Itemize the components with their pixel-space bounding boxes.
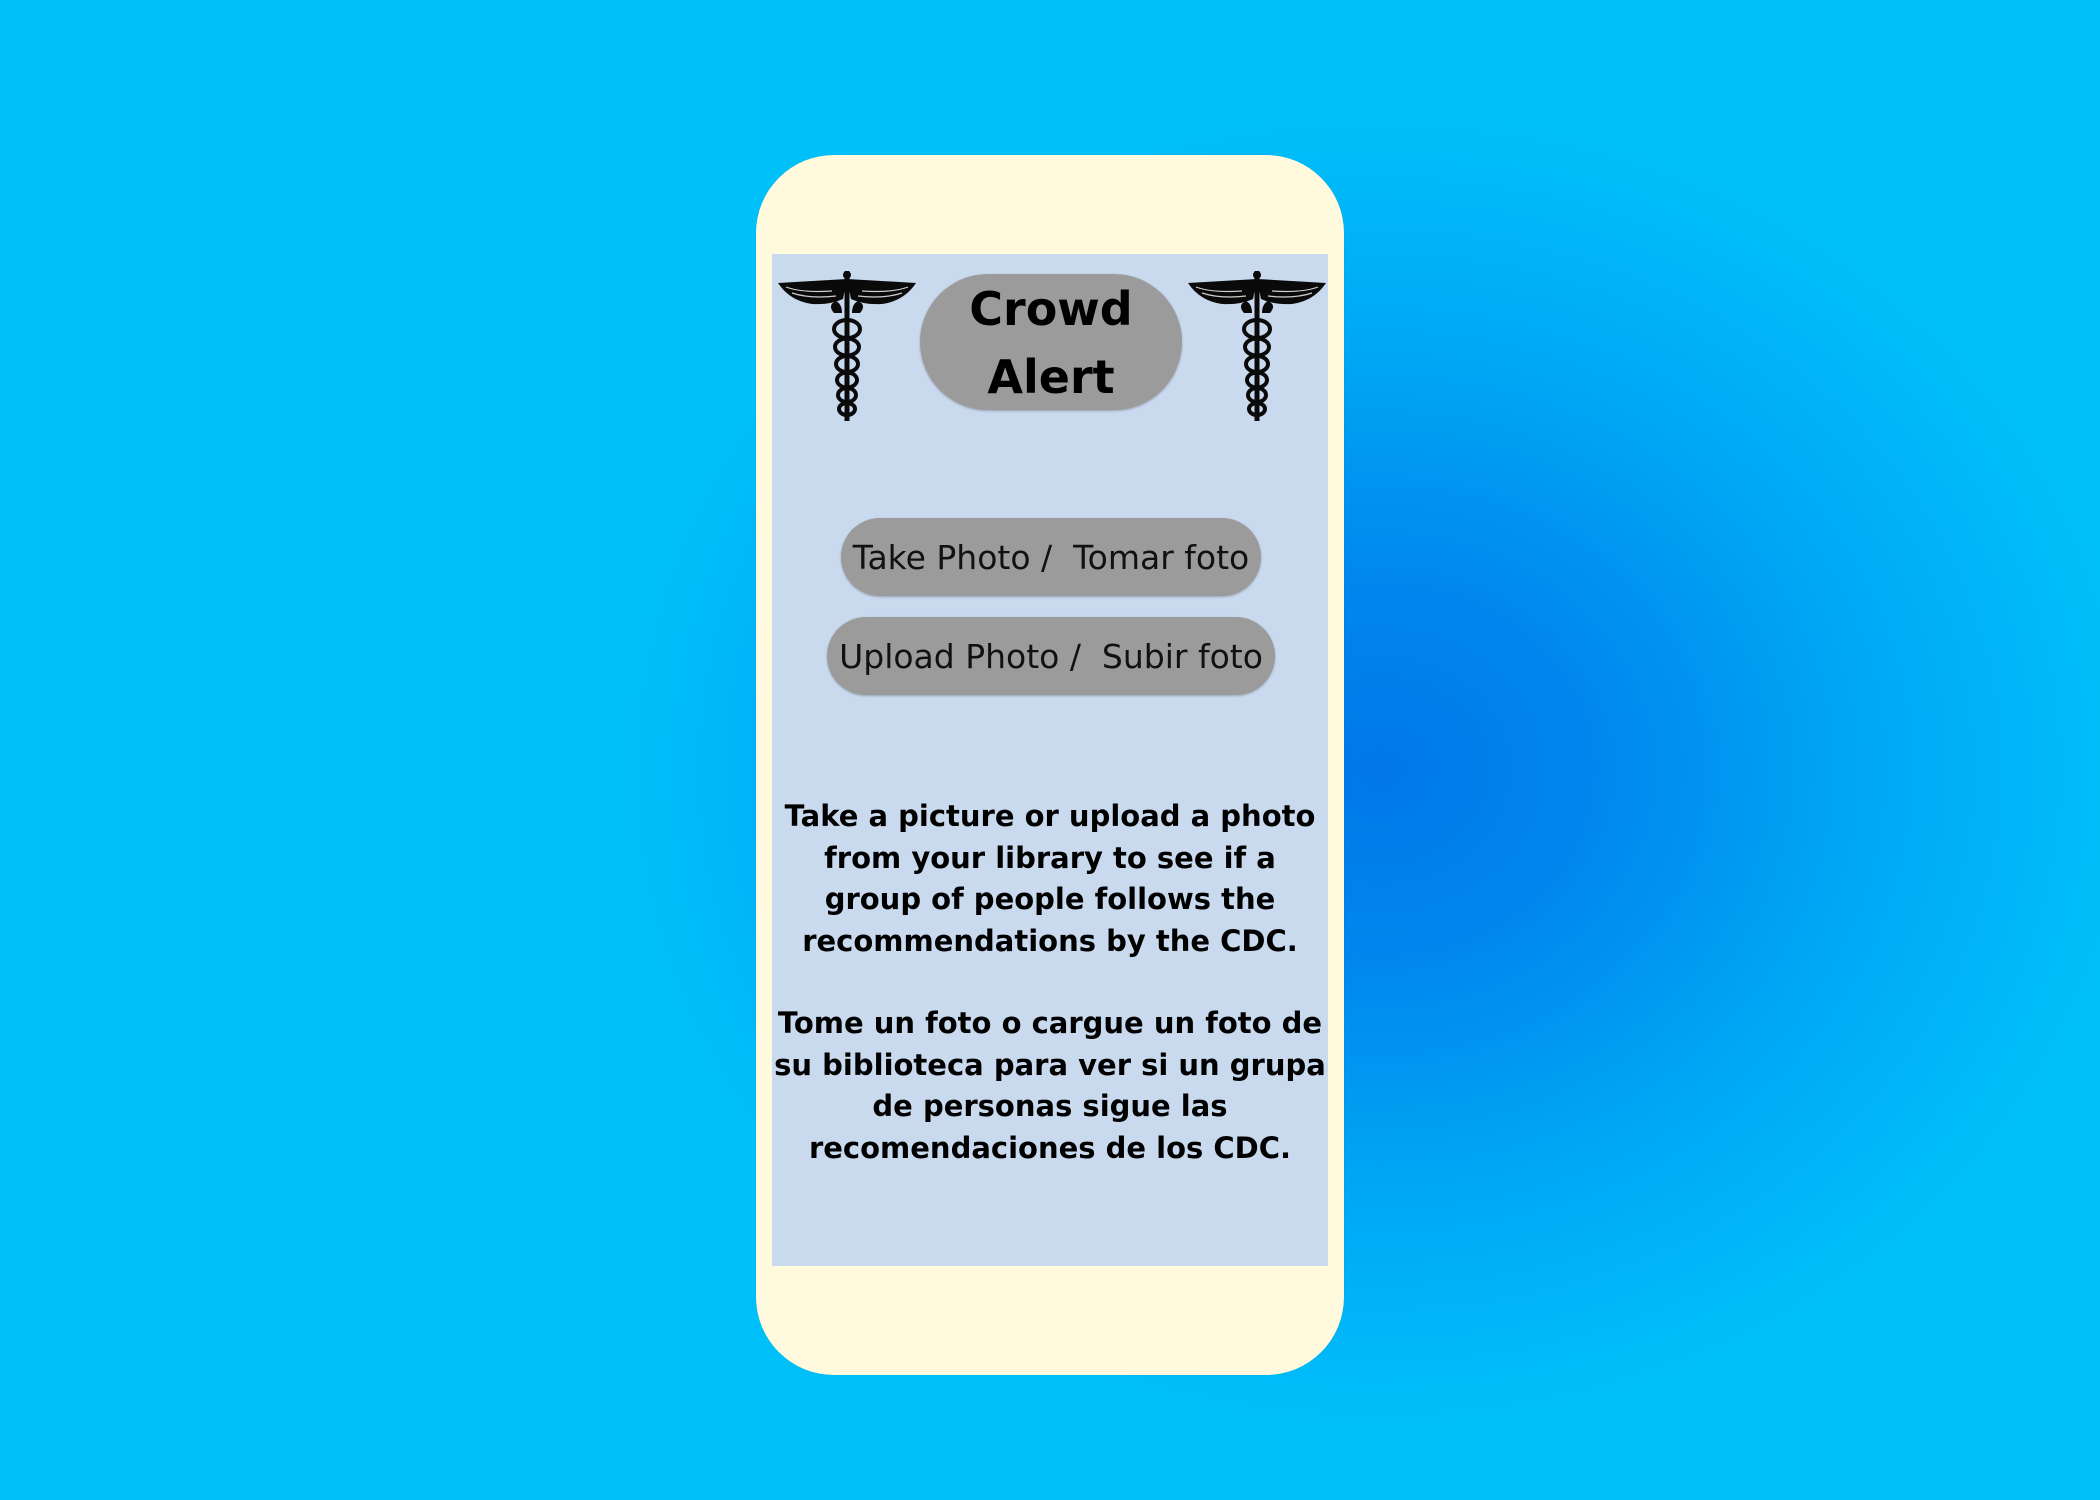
phone-frame: Crowd Alert Take Photo / Tomar foto Uplo… — [756, 155, 1344, 1375]
take-photo-button[interactable]: Take Photo / Tomar foto — [841, 518, 1261, 596]
description-english: Take a picture or upload a photo from yo… — [784, 799, 1316, 958]
app-screen: Crowd Alert Take Photo / Tomar foto Uplo… — [772, 254, 1328, 1266]
upload-photo-button[interactable]: Upload Photo / Subir foto — [827, 617, 1275, 695]
caduceus-icon — [1188, 271, 1326, 421]
caduceus-icon — [778, 271, 916, 421]
description-spanish: Tome un foto o cargue un foto de su bibl… — [774, 1006, 1326, 1165]
app-title: Crowd Alert — [969, 282, 1133, 404]
app-title-pill: Crowd Alert — [920, 274, 1182, 410]
